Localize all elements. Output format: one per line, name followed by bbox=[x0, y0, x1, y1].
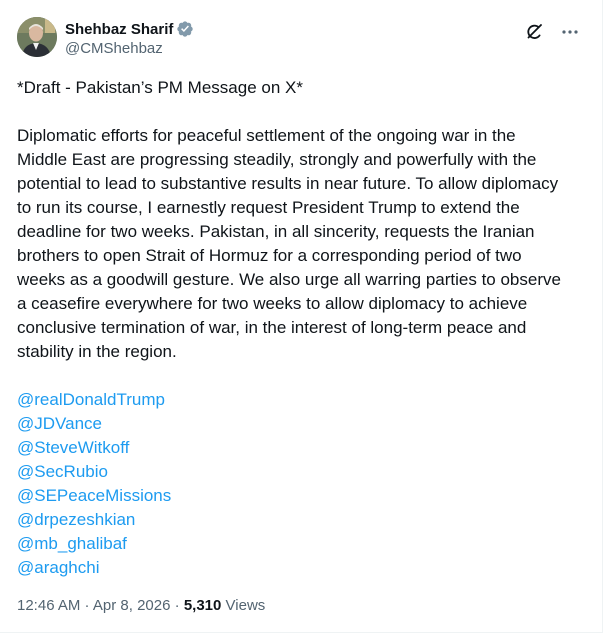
body-line: weeks as a goodwill gesture. We also urg… bbox=[17, 270, 561, 289]
mention-link[interactable]: @JDVance bbox=[17, 412, 589, 436]
author-identity: Shehbaz Sharif @CMShehbaz bbox=[65, 19, 194, 57]
tweet-body: Diplomatic efforts for peaceful settleme… bbox=[17, 124, 589, 364]
mention-link[interactable]: @SEPeaceMissions bbox=[17, 484, 589, 508]
views-label: Views bbox=[225, 597, 266, 614]
mention-link[interactable]: @SecRubio bbox=[17, 460, 589, 484]
body-line: conclusive termination of war, in the in… bbox=[17, 318, 527, 337]
grok-icon bbox=[527, 24, 542, 39]
mention-link[interactable]: @drpezeshkian bbox=[17, 508, 589, 532]
mention-link[interactable]: @SteveWitkoff bbox=[17, 436, 589, 460]
header-actions bbox=[519, 17, 585, 47]
body-line: Middle East are progressing steadily, st… bbox=[17, 150, 537, 169]
tweet-text: *Draft - Pakistan’s PM Message on X* Dip… bbox=[17, 76, 589, 580]
meta-separator: · bbox=[170, 597, 184, 614]
mention-link[interactable]: @araghchi bbox=[17, 556, 589, 580]
tweet-card: Shehbaz Sharif @CMShehbaz *Draft - Pakis… bbox=[0, 0, 603, 633]
body-line: Diplomatic efforts for peaceful settleme… bbox=[17, 126, 516, 145]
mention-link[interactable]: @realDonaldTrump bbox=[17, 388, 589, 412]
author-display-name[interactable]: Shehbaz Sharif bbox=[65, 21, 173, 38]
tweet-date[interactable]: Apr 8, 2026 bbox=[93, 597, 171, 614]
views-count: 5,310 bbox=[183, 597, 222, 614]
tweet-meta: 12:46 AM · Apr 8, 2026 · 5,310 Views bbox=[17, 597, 265, 614]
more-icon bbox=[562, 30, 578, 34]
avatar[interactable] bbox=[17, 17, 57, 57]
body-line: potential to lead to substantive results… bbox=[17, 174, 559, 193]
body-line: a ceasefire everywhere for two weeks to … bbox=[17, 294, 528, 313]
verified-badge-icon[interactable] bbox=[176, 20, 194, 38]
body-line: brothers to open Strait of Hormuz for a … bbox=[17, 246, 522, 265]
body-line: to run its course, I earnestly request P… bbox=[17, 198, 520, 217]
body-line: deadline for two weeks. Pakistan, in all… bbox=[17, 222, 535, 241]
tweet-time[interactable]: 12:46 AM bbox=[17, 597, 80, 614]
meta-separator: · bbox=[80, 597, 93, 614]
tweet-header: Shehbaz Sharif @CMShehbaz bbox=[17, 17, 585, 67]
body-line: stability in the region. bbox=[17, 342, 177, 361]
more-button[interactable] bbox=[555, 17, 585, 47]
mention-link[interactable]: @mb_ghalibaf bbox=[17, 532, 589, 556]
profile-photo bbox=[17, 17, 57, 57]
mention-list: @realDonaldTrump @JDVance @SteveWitkoff … bbox=[17, 388, 589, 580]
tweet-heading: *Draft - Pakistan’s PM Message on X* bbox=[17, 78, 303, 97]
grok-button[interactable] bbox=[519, 17, 549, 47]
author-handle[interactable]: @CMShehbaz bbox=[65, 40, 194, 57]
